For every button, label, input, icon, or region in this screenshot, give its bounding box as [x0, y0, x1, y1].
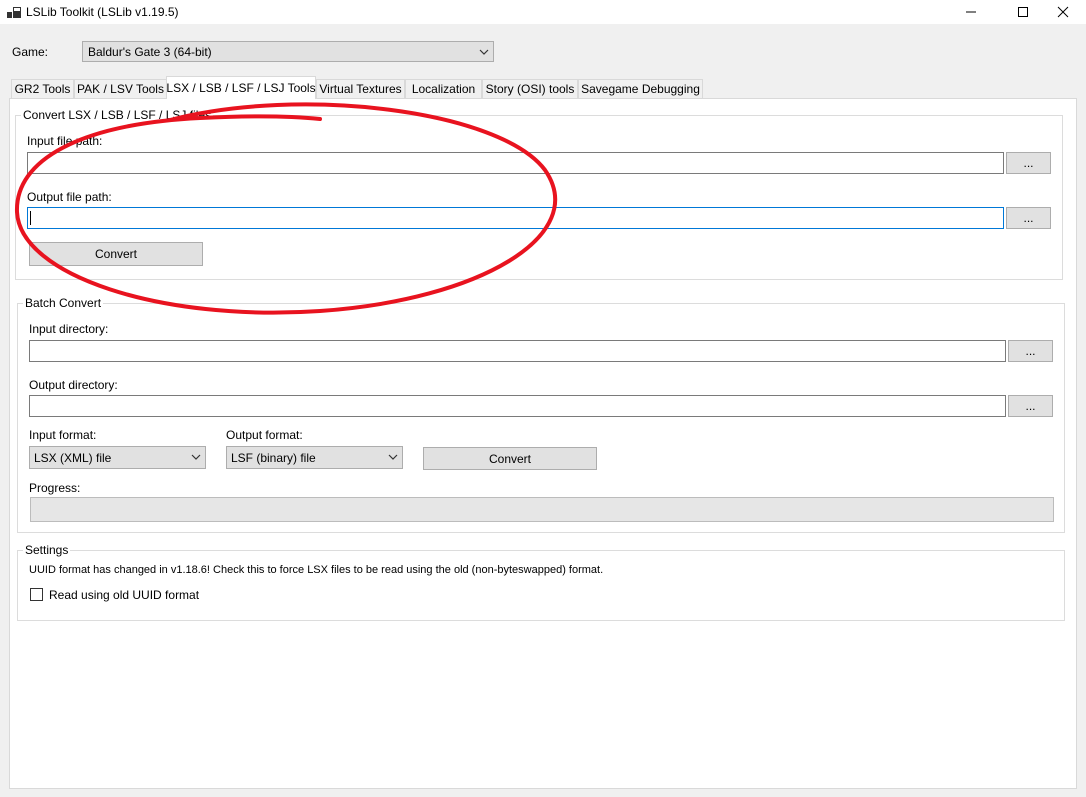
output-directory-browse-button[interactable]: ... — [1008, 395, 1053, 417]
tab-label: Story (OSI) tools — [485, 82, 575, 96]
input-file-path-label: Input file path: — [27, 134, 103, 148]
input-format-value: LSX (XML) file — [34, 451, 112, 465]
input-directory-browse-button[interactable]: ... — [1008, 340, 1053, 362]
input-directory-field[interactable] — [29, 340, 1006, 362]
output-file-path-label: Output file path: — [27, 190, 112, 204]
browse-button-label: ... — [1023, 156, 1034, 170]
tab-lsx-lsb-lsf-lsj-tools[interactable]: LSX / LSB / LSF / LSJ Tools — [166, 76, 316, 99]
close-button[interactable] — [1040, 0, 1086, 24]
input-file-path-field[interactable] — [27, 152, 1004, 174]
tab-gr2-tools[interactable]: GR2 Tools — [11, 79, 74, 98]
chevron-down-icon — [479, 49, 489, 55]
browse-button-label: ... — [1023, 211, 1034, 225]
input-directory-label: Input directory: — [29, 322, 109, 336]
game-select[interactable]: Baldur's Gate 3 (64-bit) — [82, 41, 494, 62]
output-format-label: Output format: — [226, 428, 303, 442]
chevron-down-icon — [191, 454, 201, 460]
tab-label: LSX / LSB / LSF / LSJ Tools — [166, 81, 316, 95]
game-label: Game: — [12, 45, 49, 59]
batch-convert-button-label: Convert — [488, 451, 532, 466]
uuid-format-note: UUID format has changed in v1.18.6! Chec… — [29, 564, 604, 576]
batch-progress-bar — [30, 497, 1054, 522]
tab-virtual-textures[interactable]: Virtual Textures — [316, 79, 405, 98]
input-format-select[interactable]: LSX (XML) file — [29, 446, 206, 469]
tab-story-osi-tools[interactable]: Story (OSI) tools — [482, 79, 578, 98]
minimize-icon — [966, 11, 976, 13]
chevron-down-icon — [388, 454, 398, 460]
output-directory-label: Output directory: — [29, 378, 118, 392]
tab-label: Virtual Textures — [319, 82, 402, 96]
text-caret — [30, 211, 31, 225]
output-directory-field[interactable] — [29, 395, 1006, 417]
output-format-select[interactable]: LSF (binary) file — [226, 446, 403, 469]
window-title: LSLib Toolkit (LSLib v1.19.5) — [26, 5, 179, 19]
progress-label: Progress: — [29, 481, 81, 495]
tab-pak-lsv-tools[interactable]: PAK / LSV Tools — [74, 79, 167, 98]
close-icon — [1057, 6, 1069, 18]
input-file-browse-button[interactable]: ... — [1006, 152, 1051, 174]
app-window-icon — [7, 7, 21, 18]
minimize-button[interactable] — [948, 0, 994, 24]
tab-savegame-debugging[interactable]: Savegame Debugging — [578, 79, 703, 98]
output-file-path-field[interactable] — [27, 207, 1004, 229]
convert-button[interactable]: Convert — [29, 242, 203, 266]
maximize-icon — [1018, 7, 1028, 17]
old-uuid-format-label[interactable]: Read using old UUID format — [49, 588, 199, 602]
browse-button-label: ... — [1025, 399, 1036, 413]
tab-localization[interactable]: Localization — [405, 79, 482, 98]
convert-button-label: Convert — [94, 247, 138, 261]
tab-label: GR2 Tools — [14, 82, 71, 96]
batch-convert-button[interactable]: Convert — [423, 447, 597, 470]
tab-label: PAK / LSV Tools — [77, 82, 164, 96]
tab-label: Savegame Debugging — [581, 82, 700, 96]
input-format-label: Input format: — [29, 428, 97, 442]
settings-legend: Settings — [23, 543, 71, 557]
output-format-value: LSF (binary) file — [231, 451, 316, 465]
tab-label: Localization — [411, 82, 476, 96]
convert-group-legend: Convert LSX / LSB / LSF / LSJ files — [21, 108, 214, 122]
game-select-value: Baldur's Gate 3 (64-bit) — [88, 45, 212, 59]
batch-convert-legend: Batch Convert — [23, 296, 104, 310]
settings-group — [17, 550, 1065, 621]
browse-button-label: ... — [1025, 344, 1036, 358]
old-uuid-format-checkbox[interactable] — [30, 588, 43, 601]
output-file-browse-button[interactable]: ... — [1006, 207, 1051, 229]
